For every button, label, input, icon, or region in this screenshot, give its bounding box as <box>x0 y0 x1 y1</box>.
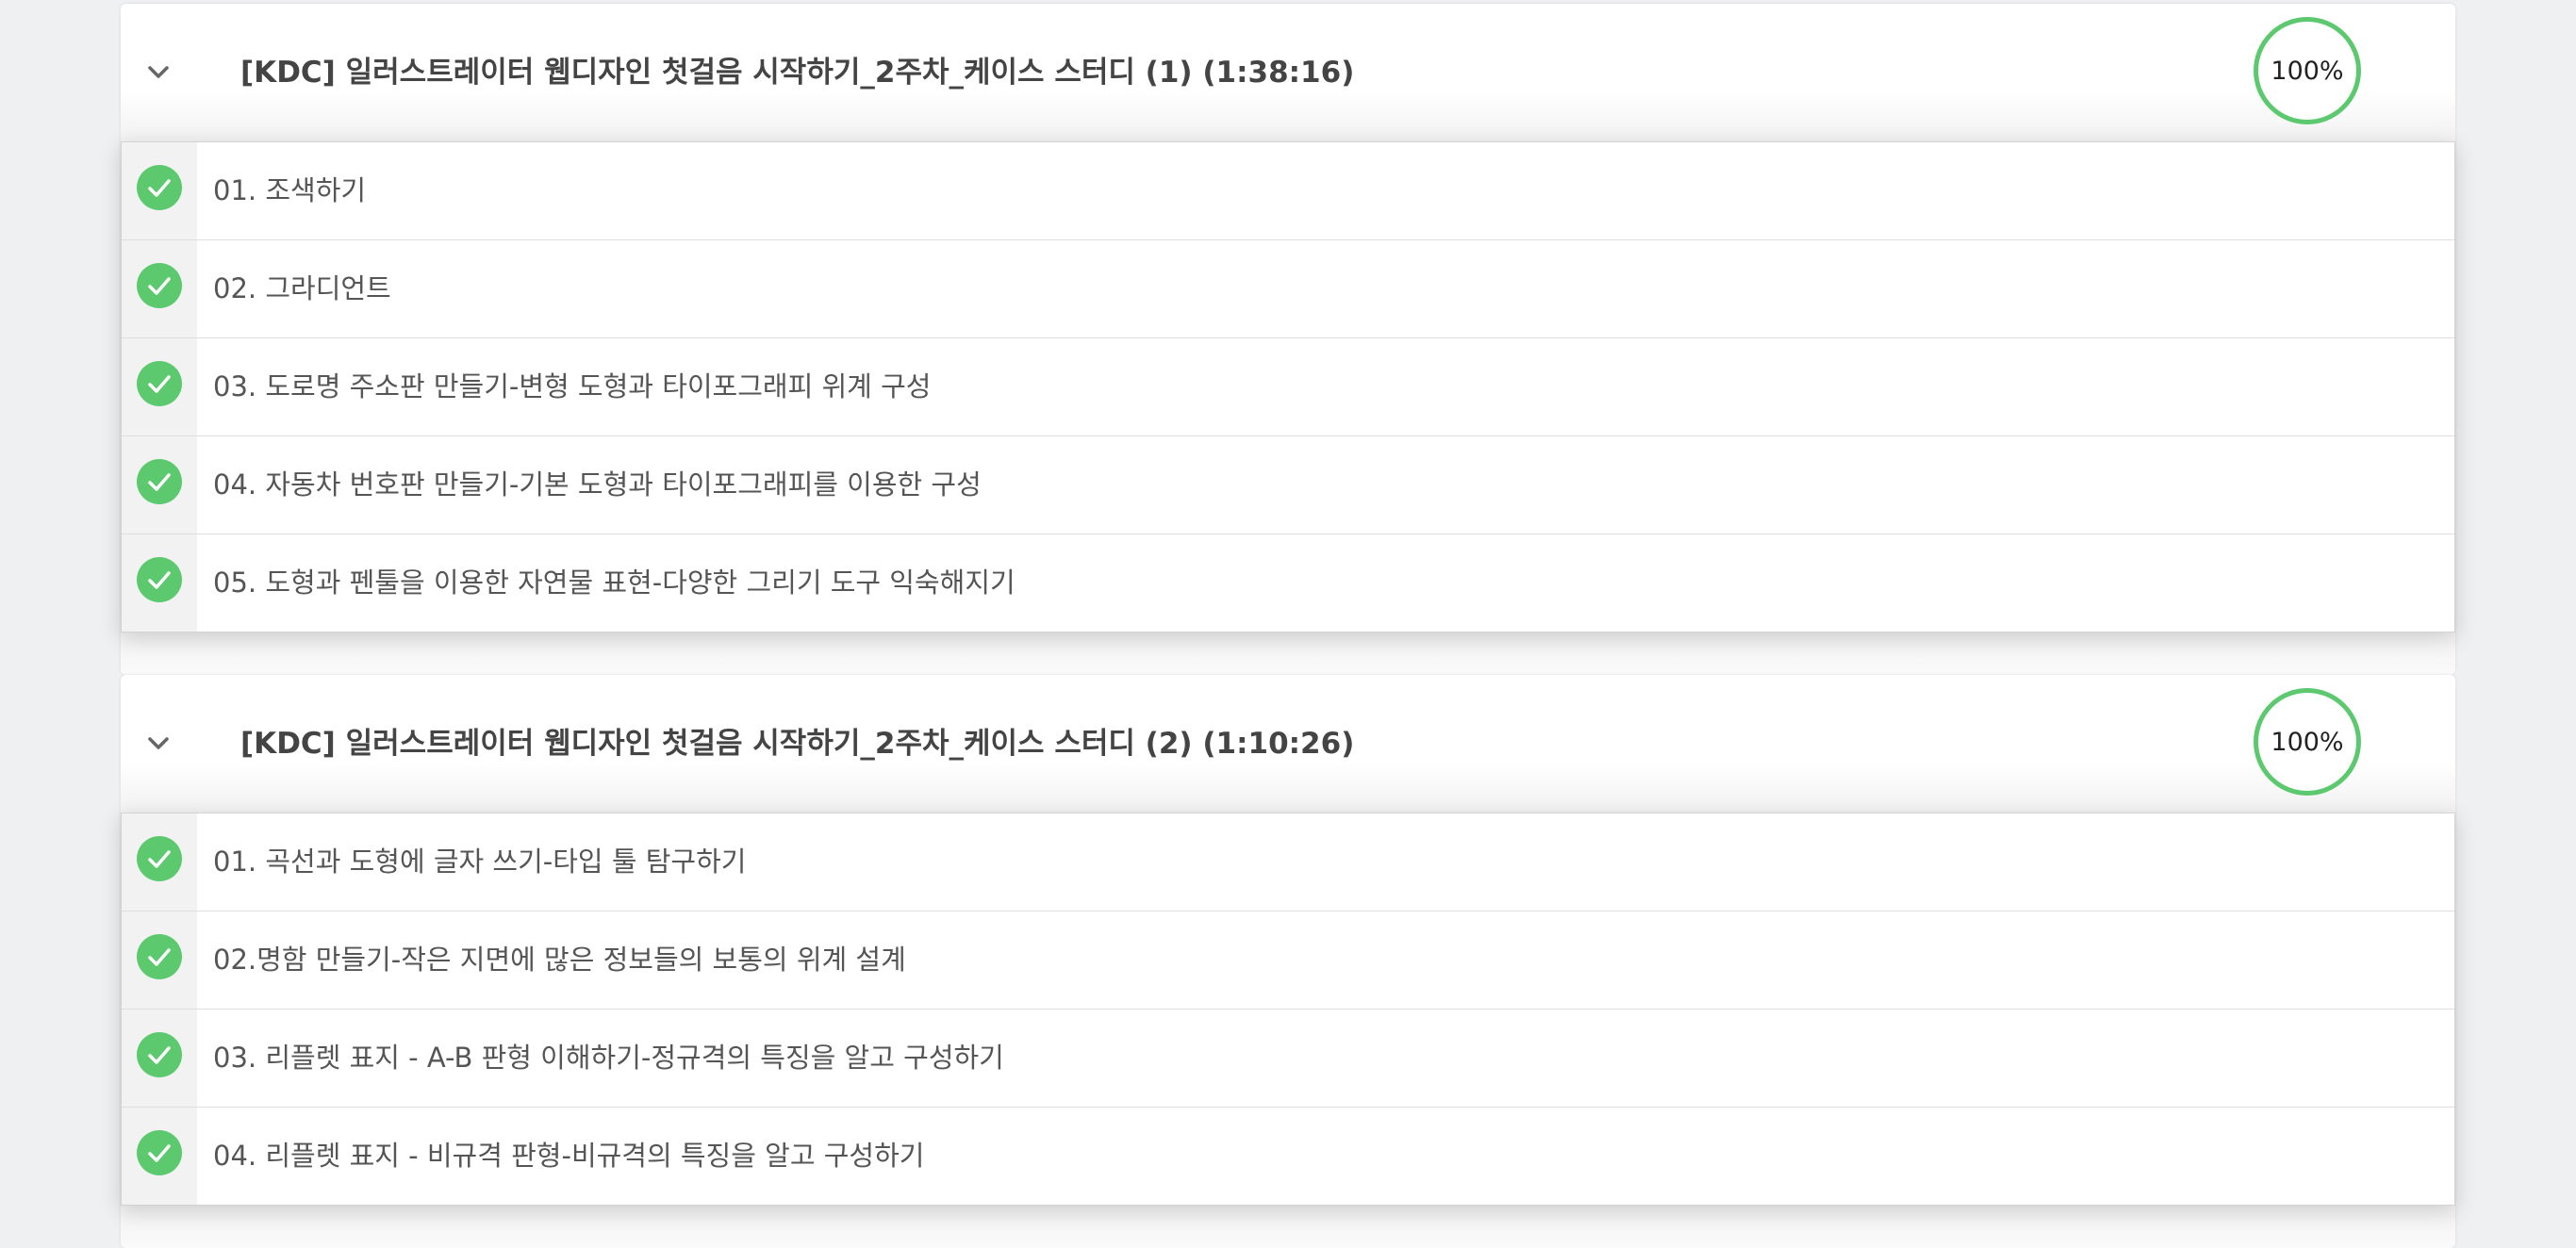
lesson-label: 04. 자동차 번호판 만들기-기본 도형과 타이포그래피를 이용한 구성 <box>213 468 982 501</box>
check-circle-icon <box>137 836 182 881</box>
lesson-label: 03. 도로명 주소판 만들기-변형 도형과 타이포그래피 위계 구성 <box>213 370 932 402</box>
chevron-down-icon[interactable] <box>140 54 177 91</box>
progress-ring: 100% <box>2254 688 2361 796</box>
section-header[interactable]: [KDC] 일러스트레이터 웹디자인 첫걸음 시작하기_2주차_케이스 스터디 … <box>121 4 2455 141</box>
section-footer <box>121 1206 2455 1248</box>
check-circle-icon <box>137 1130 182 1175</box>
lesson-label: 04. 리플렛 표지 - 비규격 판형-비규격의 특징을 알고 구성하기 <box>213 1140 925 1172</box>
lesson-item[interactable]: 04. 자동차 번호판 만들기-기본 도형과 타이포그래피를 이용한 구성 <box>122 435 2454 534</box>
lesson-label: 01. 조색하기 <box>213 174 367 206</box>
lesson-item[interactable]: 04. 리플렛 표지 - 비규격 판형-비규격의 특징을 알고 구성하기 <box>122 1107 2454 1205</box>
lesson-item[interactable]: 03. 리플렛 표지 - A-B 판형 이해하기-정규격의 특징을 알고 구성하… <box>122 1009 2454 1107</box>
progress-percent: 100% <box>2271 727 2344 757</box>
lesson-item[interactable]: 01. 조색하기 <box>122 142 2454 239</box>
section-footer <box>121 632 2455 675</box>
section-title: [KDC] 일러스트레이터 웹디자인 첫걸음 시작하기_2주차_케이스 스터디 … <box>240 56 1355 90</box>
check-circle-icon <box>137 934 182 979</box>
lesson-item[interactable]: 02. 그라디언트 <box>122 239 2454 337</box>
check-circle-icon <box>137 557 182 602</box>
lesson-label: 02. 그라디언트 <box>213 272 391 304</box>
progress-percent: 100% <box>2271 56 2344 86</box>
course-section: [KDC] 일러스트레이터 웹디자인 첫걸음 시작하기_2주차_케이스 스터디 … <box>121 4 2455 675</box>
lesson-list: 01. 곡선과 도형에 글자 쓰기-타입 툴 탐구하기 02.명함 만들기-작은… <box>121 813 2455 1206</box>
lesson-item[interactable]: 01. 곡선과 도형에 글자 쓰기-타입 툴 탐구하기 <box>122 813 2454 911</box>
lesson-item[interactable]: 05. 도형과 펜툴을 이용한 자연물 표현-다양한 그리기 도구 익숙해지기 <box>122 534 2454 632</box>
check-circle-icon <box>137 165 182 210</box>
lesson-label: 03. 리플렛 표지 - A-B 판형 이해하기-정규격의 특징을 알고 구성하… <box>213 1042 1004 1074</box>
course-section: [KDC] 일러스트레이터 웹디자인 첫걸음 시작하기_2주차_케이스 스터디 … <box>121 675 2455 1248</box>
section-title: [KDC] 일러스트레이터 웹디자인 첫걸음 시작하기_2주차_케이스 스터디 … <box>240 727 1355 761</box>
chevron-down-icon[interactable] <box>140 725 177 763</box>
check-circle-icon <box>137 1032 182 1077</box>
section-header[interactable]: [KDC] 일러스트레이터 웹디자인 첫걸음 시작하기_2주차_케이스 스터디 … <box>121 675 2455 813</box>
lesson-item[interactable]: 03. 도로명 주소판 만들기-변형 도형과 타이포그래피 위계 구성 <box>122 337 2454 435</box>
check-circle-icon <box>137 361 182 406</box>
lesson-label: 05. 도형과 펜툴을 이용한 자연물 표현-다양한 그리기 도구 익숙해지기 <box>213 567 1016 599</box>
check-circle-icon <box>137 459 182 504</box>
lesson-label: 02.명함 만들기-작은 지면에 많은 정보들의 보통의 위계 설계 <box>213 944 906 976</box>
lesson-label: 01. 곡선과 도형에 글자 쓰기-타입 툴 탐구하기 <box>213 846 747 878</box>
lesson-item[interactable]: 02.명함 만들기-작은 지면에 많은 정보들의 보통의 위계 설계 <box>122 911 2454 1009</box>
lesson-list: 01. 조색하기 02. 그라디언트 03. 도로명 주소판 만들기-변형 도형… <box>121 141 2455 632</box>
progress-ring: 100% <box>2254 17 2361 124</box>
check-circle-icon <box>137 263 182 308</box>
